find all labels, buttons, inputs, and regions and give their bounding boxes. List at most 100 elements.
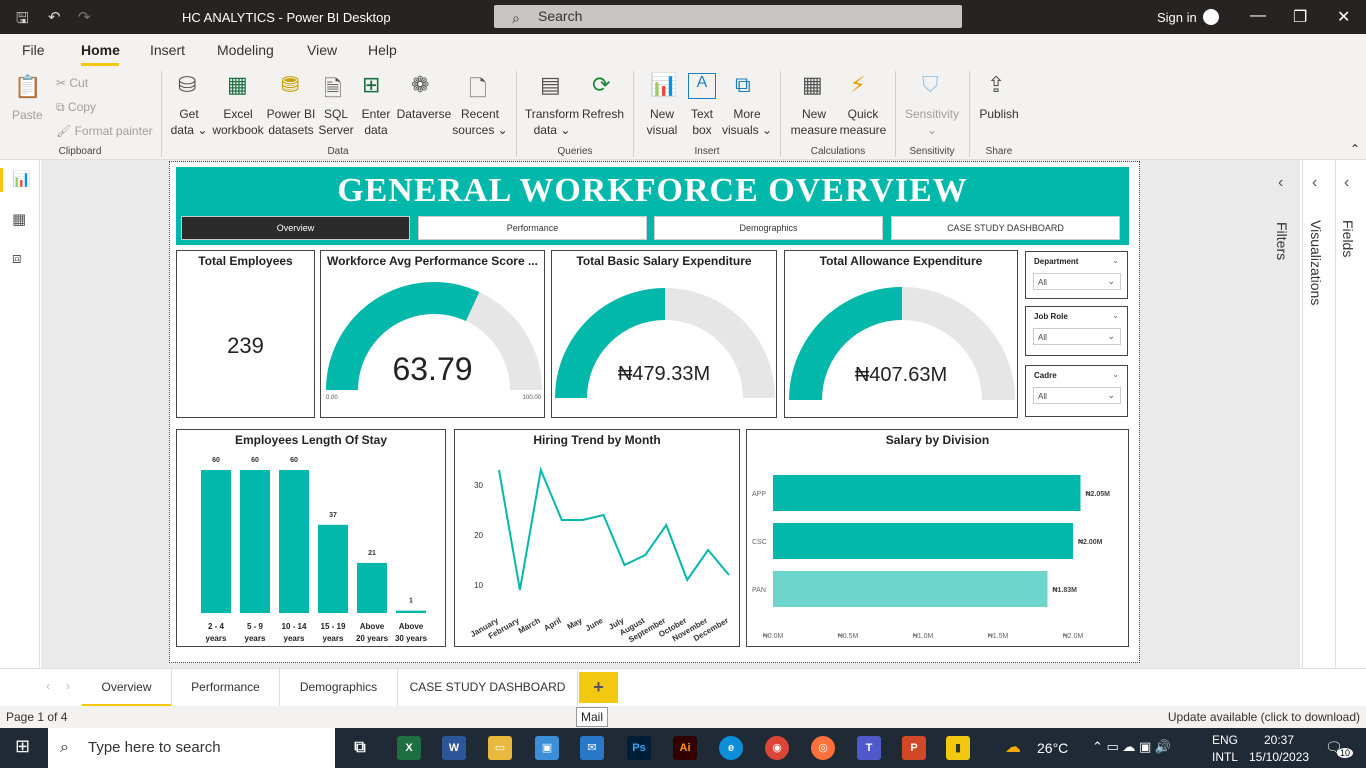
weather-icon[interactable]: ☁ (1005, 737, 1021, 757)
next-page-icon[interactable]: › (66, 679, 70, 693)
cut-button[interactable]: ✂ Cut (56, 75, 88, 91)
sensitivity-button[interactable]: Sensitivity ⌄ (902, 106, 962, 138)
report-view-icon[interactable]: 📊 (12, 170, 31, 188)
basic-salary-gauge-card[interactable]: Total Basic Salary Expenditure ₦479.33M (551, 250, 777, 418)
nav-overview-button[interactable]: Overview (181, 216, 410, 240)
tab-performance[interactable]: Performance (172, 669, 280, 707)
data-view-icon[interactable]: ▦ (12, 210, 26, 228)
salary-by-division-chart-card[interactable]: Salary by Division APP ₦2.05M CSC ₦2.00M PAN… (746, 429, 1129, 647)
power-bi-datasets-button[interactable]: Power BI datasets (266, 106, 316, 138)
nav-demographics-button[interactable]: Demographics (654, 216, 883, 240)
language-code[interactable]: ENG (1212, 733, 1238, 747)
cadre-slicer[interactable]: Cadre ⌄ All ⌄ (1025, 365, 1128, 417)
word-icon[interactable]: W (442, 736, 466, 760)
menu-view[interactable]: View (307, 42, 337, 58)
department-dropdown[interactable]: All ⌄ (1033, 273, 1121, 290)
excel-icon[interactable]: X (397, 736, 421, 760)
collapse-filters-icon[interactable]: ‹ (1278, 174, 1283, 192)
transform-data-button[interactable]: Transform data ⌄ (524, 106, 580, 138)
bar[interactable] (279, 470, 309, 613)
allowance-gauge-card[interactable]: Total Allowance Expenditure ₦407.63M (784, 250, 1018, 418)
copy-button[interactable]: ⧉ Copy (56, 99, 96, 115)
bar[interactable] (318, 524, 348, 613)
chevron-down-icon[interactable]: ⌄ (1112, 256, 1119, 265)
avatar[interactable] (1203, 9, 1219, 25)
redo-icon[interactable]: ↷ (78, 8, 91, 26)
hiring-trend-chart-card[interactable]: Hiring Trend by Month 10 20 30 January Febru… (454, 429, 740, 647)
nav-case-study-button[interactable]: CASE STUDY DASHBOARD (891, 216, 1120, 240)
series-line[interactable] (498, 466, 730, 591)
enter-data-button[interactable]: Enter data (356, 106, 396, 138)
job-role-dropdown[interactable]: All ⌄ (1033, 328, 1121, 345)
paste-button[interactable]: Paste (12, 107, 43, 123)
sql-server-button[interactable]: SQL Server (316, 106, 356, 138)
tray-icons[interactable]: ⌃ ▭ ☁ ▣ 🔊 (1092, 739, 1171, 755)
clock-time[interactable]: 20:37 (1264, 733, 1294, 747)
bar[interactable] (201, 470, 231, 613)
tab-overview[interactable]: Overview (82, 669, 172, 707)
menu-file[interactable]: File (22, 42, 45, 58)
powerpoint-icon[interactable]: P (902, 736, 926, 760)
store-icon[interactable]: ▣ (535, 736, 559, 760)
taskbar-search[interactable]: ⌕ Type here to search (48, 728, 335, 768)
text-box-button[interactable]: Text box (684, 106, 720, 138)
excel-workbook-button[interactable]: Excel workbook (208, 106, 268, 138)
recent-sources-button[interactable]: Recent sources ⌄ (452, 106, 508, 138)
bar[interactable] (357, 562, 387, 613)
bar[interactable] (396, 610, 426, 613)
teams-icon[interactable]: T (857, 736, 881, 760)
clock-date[interactable]: 15/10/2023 (1249, 750, 1309, 764)
search-box[interactable]: ⌕ Search (494, 5, 962, 28)
bar[interactable] (773, 475, 1081, 511)
add-page-button[interactable]: + (579, 672, 618, 703)
photoshop-icon[interactable]: Ps (627, 736, 651, 760)
model-view-icon[interactable]: ⧈ (12, 250, 22, 267)
performance-gauge-card[interactable]: Workforce Avg Performance Score ... 63.7… (320, 250, 545, 418)
collapse-visualizations-icon[interactable]: ‹ (1312, 174, 1317, 192)
filters-pane-tab[interactable]: Filters (1274, 222, 1290, 260)
job-role-slicer[interactable]: Job Role ⌄ All ⌄ (1025, 306, 1128, 356)
undo-icon[interactable]: ↶ (48, 8, 61, 26)
total-employees-card[interactable]: Total Employees 239 (176, 250, 315, 418)
new-measure-button[interactable]: New measure (788, 106, 840, 138)
windows-start-icon[interactable]: ⊞ (15, 736, 30, 757)
menu-modeling[interactable]: Modeling (217, 42, 274, 58)
menu-home[interactable]: Home (81, 42, 120, 58)
more-visuals-button[interactable]: More visuals ⌄ (720, 106, 774, 138)
chevron-down-icon[interactable]: ⌄ (1112, 311, 1119, 320)
department-slicer[interactable]: Department ⌄ All ⌄ (1025, 251, 1128, 299)
publish-button[interactable]: Publish (974, 106, 1024, 122)
tab-case-study[interactable]: CASE STUDY DASHBOARD (398, 669, 578, 707)
collapse-fields-icon[interactable]: ‹ (1344, 174, 1349, 192)
dataverse-button[interactable]: Dataverse (396, 106, 452, 122)
refresh-button[interactable]: Refresh (580, 106, 626, 122)
illustrator-icon[interactable]: Ai (673, 736, 697, 760)
cadre-dropdown[interactable]: All ⌄ (1033, 387, 1121, 404)
save-icon[interactable]: 🖫 (16, 8, 29, 33)
format-painter-button[interactable]: 🖌 Format painter (56, 123, 153, 139)
bar[interactable] (773, 571, 1048, 607)
nav-performance-button[interactable]: Performance (418, 216, 647, 240)
bar[interactable] (773, 523, 1073, 559)
bar[interactable] (240, 470, 270, 613)
restore-icon[interactable]: ❐ (1293, 7, 1307, 27)
weather-temp[interactable]: 26°C (1037, 740, 1068, 756)
sign-in-button[interactable]: Sign in (1157, 10, 1197, 25)
edge-icon[interactable]: e (719, 736, 743, 760)
mail-icon[interactable]: ✉ (580, 736, 604, 760)
collapse-ribbon-icon[interactable]: ⌃ (1350, 142, 1360, 156)
task-view-icon[interactable]: ⧉ (348, 736, 372, 760)
fields-pane-tab[interactable]: Fields (1340, 220, 1356, 257)
update-available-link[interactable]: Update available (click to download) (1168, 710, 1360, 724)
chrome-icon[interactable]: ◉ (765, 736, 789, 760)
chevron-down-icon[interactable]: ⌄ (1112, 370, 1119, 379)
quick-measure-button[interactable]: Quick measure (838, 106, 888, 138)
prev-page-icon[interactable]: ‹ (46, 679, 50, 693)
file-explorer-icon[interactable]: ▭ (488, 736, 512, 760)
menu-help[interactable]: Help (368, 42, 397, 58)
new-visual-button[interactable]: New visual (640, 106, 684, 138)
language-layout[interactable]: INTL (1212, 750, 1238, 764)
menu-insert[interactable]: Insert (150, 42, 185, 58)
visualizations-pane-tab[interactable]: Visualizations (1308, 220, 1324, 305)
close-icon[interactable]: ✕ (1337, 7, 1350, 27)
